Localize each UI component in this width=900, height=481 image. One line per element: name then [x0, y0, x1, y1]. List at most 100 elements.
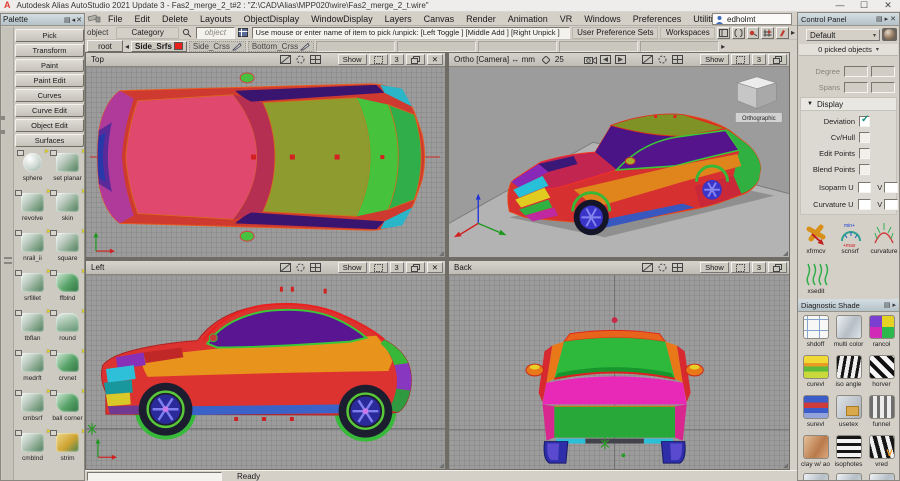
preset-dropdown[interactable]: Default▾	[806, 29, 880, 41]
palette-tab[interactable]: Surfaces	[15, 134, 84, 147]
palette-menu-icon[interactable]: ▤	[64, 16, 71, 24]
pick-object-icon[interactable]	[747, 27, 760, 39]
checkbox[interactable]	[859, 164, 870, 175]
palette-header[interactable]: Palette ▤ ◂ ✕	[1, 14, 84, 26]
palette-tool[interactable]: skin	[50, 189, 85, 229]
palette-tab[interactable]: Object Edit	[15, 119, 84, 132]
viewport-top-canvas[interactable]	[86, 67, 445, 257]
layer-empty-slot[interactable]	[640, 41, 719, 52]
degree-input-u[interactable]	[844, 66, 868, 77]
diagnostic-shade-tool[interactable]	[832, 471, 865, 481]
layout-grid-icon[interactable]	[309, 54, 322, 65]
priority-button[interactable]: 3	[390, 262, 404, 273]
palette-collapse-icon[interactable]: ◂	[72, 16, 76, 24]
layer-tab-side-crss[interactable]: Side_Crss	[189, 41, 246, 52]
dashed-circle-icon[interactable]	[656, 54, 669, 65]
viewport-left-header[interactable]: Left Show 3 ✕	[86, 261, 445, 275]
clay-material-icon[interactable]	[882, 28, 897, 41]
checkbox[interactable]	[859, 132, 870, 143]
checkbox[interactable]	[859, 116, 870, 127]
menu-item[interactable]: Layers	[379, 14, 418, 24]
restore-viewport-icon[interactable]	[768, 262, 787, 273]
layer-scroll-right-arrow[interactable]: ▸	[721, 42, 725, 51]
palette-tool[interactable]: revolve	[15, 189, 50, 229]
viewport-back-header[interactable]: Back Show 3	[449, 261, 789, 275]
degree-input-v[interactable]	[871, 66, 895, 77]
panel-menu-icon[interactable]: ▤	[884, 301, 891, 309]
palette-tool[interactable]: ball corner	[50, 389, 85, 429]
curvature-tool[interactable]: curvature	[868, 221, 900, 255]
palette-tab[interactable]: Curve Edit	[15, 104, 84, 117]
ghost-box-button[interactable]	[369, 262, 388, 273]
brackets-icon[interactable]	[732, 27, 745, 39]
diagnostic-shade-tool[interactable]: usetex	[832, 393, 865, 433]
palette-tool[interactable]: round	[50, 309, 85, 349]
palette-close-icon[interactable]: ✕	[76, 16, 82, 24]
prompt-line[interactable]: Use mouse or enter name of item to pick …	[252, 27, 571, 39]
layer-empty-slot[interactable]	[478, 41, 557, 52]
layer-empty-slot[interactable]	[397, 41, 476, 52]
lister-window-icon[interactable]	[717, 27, 730, 39]
viewport-top-header[interactable]: Top Show 3 ✕	[86, 53, 445, 67]
camera-icon[interactable]	[584, 54, 597, 65]
menu-item[interactable]: ObjectDisplay	[238, 14, 306, 24]
palette-tab[interactable]: Pick	[15, 29, 84, 42]
view-prev-icon[interactable]	[599, 54, 612, 65]
diagnostic-shade-tool[interactable]: horver	[865, 353, 898, 393]
panel-close-icon[interactable]: ✕	[890, 15, 896, 23]
menu-item[interactable]: Windows	[578, 14, 627, 24]
diagnostic-shade-tool[interactable]: vred	[865, 433, 898, 473]
menu-item[interactable]: VR	[554, 14, 579, 24]
palette-tool[interactable]: medrft	[15, 349, 50, 389]
layer-root-button[interactable]: root	[87, 40, 123, 52]
viewport-left-canvas[interactable]	[86, 275, 445, 469]
promptline-history[interactable]	[87, 472, 222, 481]
diagnostic-shade-tool[interactable]: surevl	[799, 393, 832, 433]
show-menu-button[interactable]: Show	[338, 54, 367, 65]
close-viewport-icon[interactable]: ✕	[427, 54, 443, 65]
diagnostic-shade-tool[interactable]	[865, 471, 898, 481]
xsedit-tool[interactable]: xsedit	[800, 261, 832, 295]
diagnostic-shade-tool[interactable]	[799, 471, 832, 481]
palette-tool[interactable]: cmbsrf	[15, 389, 50, 429]
priority-button[interactable]: 3	[390, 54, 404, 65]
category-button[interactable]: Category	[116, 27, 179, 39]
show-menu-button[interactable]: Show	[700, 54, 729, 65]
spans-input-u[interactable]	[844, 82, 868, 93]
minimize-button[interactable]: —	[828, 0, 852, 11]
dashed-circle-icon[interactable]	[656, 262, 669, 273]
diagnostic-shade-tool[interactable]: rancol	[865, 313, 898, 353]
palette-tool[interactable]: sphere	[15, 149, 50, 189]
snap-grid-icon[interactable]	[761, 27, 774, 39]
palette-tab[interactable]: Transform	[15, 44, 84, 57]
control-panel-header[interactable]: Control Panel ▤ ▸ ✕	[798, 13, 899, 26]
object-lister-icon[interactable]	[237, 27, 250, 39]
pick-window-icon[interactable]	[279, 54, 292, 65]
viewport-perspective-canvas[interactable]: Orthographic	[449, 67, 789, 257]
palette-tool[interactable]: square	[50, 229, 85, 269]
user-preference-sets-button[interactable]: User Preference Sets	[572, 27, 658, 39]
curvature-u-input[interactable]	[858, 199, 872, 210]
pick-window-icon[interactable]	[641, 54, 654, 65]
menu-item[interactable]: Animation	[502, 14, 554, 24]
menu-item[interactable]: Layouts	[194, 14, 238, 24]
panel-collapse-icon[interactable]: ▸	[885, 15, 889, 23]
dashed-circle-icon[interactable]	[294, 262, 307, 273]
user-chip[interactable]: edholmt	[712, 13, 792, 25]
restore-viewport-icon[interactable]	[768, 54, 787, 65]
diagnostic-shade-tool[interactable]: curevl	[799, 353, 832, 393]
airbrush-icon[interactable]	[87, 13, 101, 26]
menu-item[interactable]: Delete	[156, 14, 194, 24]
restore-viewport-icon[interactable]	[406, 262, 425, 273]
menu-item[interactable]: Edit	[129, 14, 157, 24]
priority-button[interactable]: 3	[752, 54, 766, 65]
picked-objects-dropdown[interactable]: 0 picked objects▾	[799, 44, 898, 56]
pick-cursor-icon[interactable]	[181, 27, 194, 39]
menu-item[interactable]: Canvas	[418, 14, 461, 24]
layer-tab-side-srfs[interactable]: Side_Srfs	[131, 41, 187, 52]
diagnostic-shade-tool[interactable]: funnel	[865, 393, 898, 433]
layout-grid-icon[interactable]	[309, 262, 322, 273]
object-field[interactable]: object	[196, 27, 235, 39]
palette-tool[interactable]: nrail_ii	[15, 229, 50, 269]
scnsrf-tool[interactable]: min++max scnsrf	[834, 221, 866, 255]
